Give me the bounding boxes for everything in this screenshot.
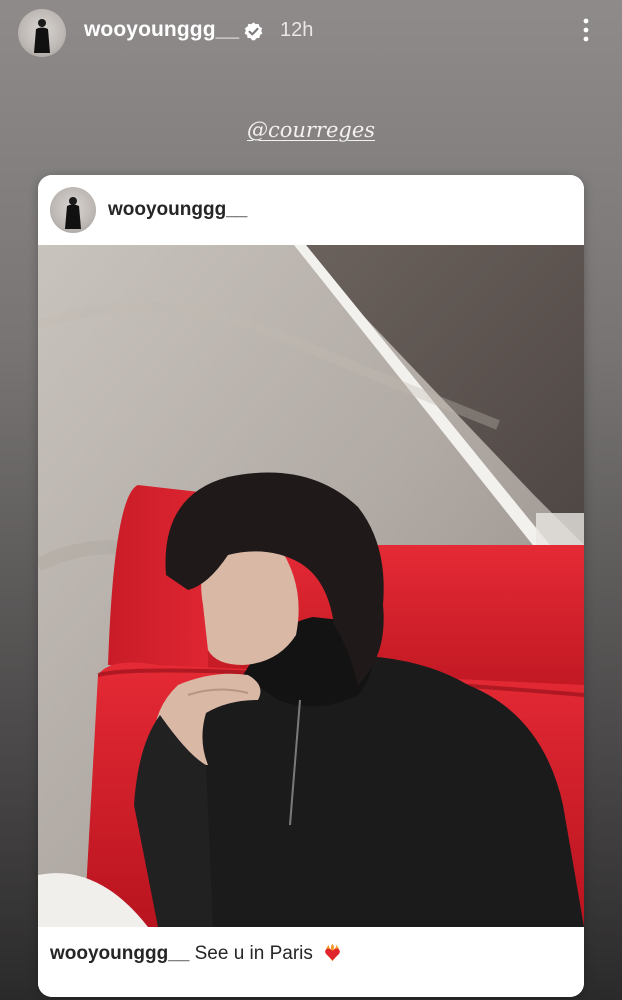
heart-on-fire-emoji-icon — [325, 943, 341, 962]
profile-avatar[interactable] — [18, 9, 66, 57]
caption: wooyounggg__ See u in Paris — [50, 942, 343, 965]
post-username[interactable]: wooyounggg__ — [108, 199, 247, 221]
caption-bar: wooyounggg__ See u in Paris — [38, 927, 584, 997]
multiple-photos-icon — [540, 195, 564, 219]
avatar-figure — [65, 197, 81, 229]
caption-text: See u in Paris — [194, 943, 313, 964]
verified-badge-icon — [244, 22, 263, 41]
caption-username[interactable]: wooyounggg__ — [50, 943, 189, 964]
post-avatar[interactable] — [50, 187, 96, 233]
story-username[interactable]: wooyounggg__ — [84, 18, 239, 42]
avatar-figure — [34, 19, 50, 53]
more-options-icon[interactable] — [574, 16, 598, 44]
story-header: wooyounggg__ 12h — [0, 0, 622, 62]
mention-sticker[interactable]: @courreges — [240, 118, 382, 154]
shared-post-card[interactable]: wooyounggg__ wooyounggg__ See u in Paris — [38, 175, 584, 997]
story-timestamp: 12h — [280, 19, 314, 41]
post-header: wooyounggg__ — [38, 175, 584, 245]
post-photo[interactable] — [38, 245, 584, 927]
